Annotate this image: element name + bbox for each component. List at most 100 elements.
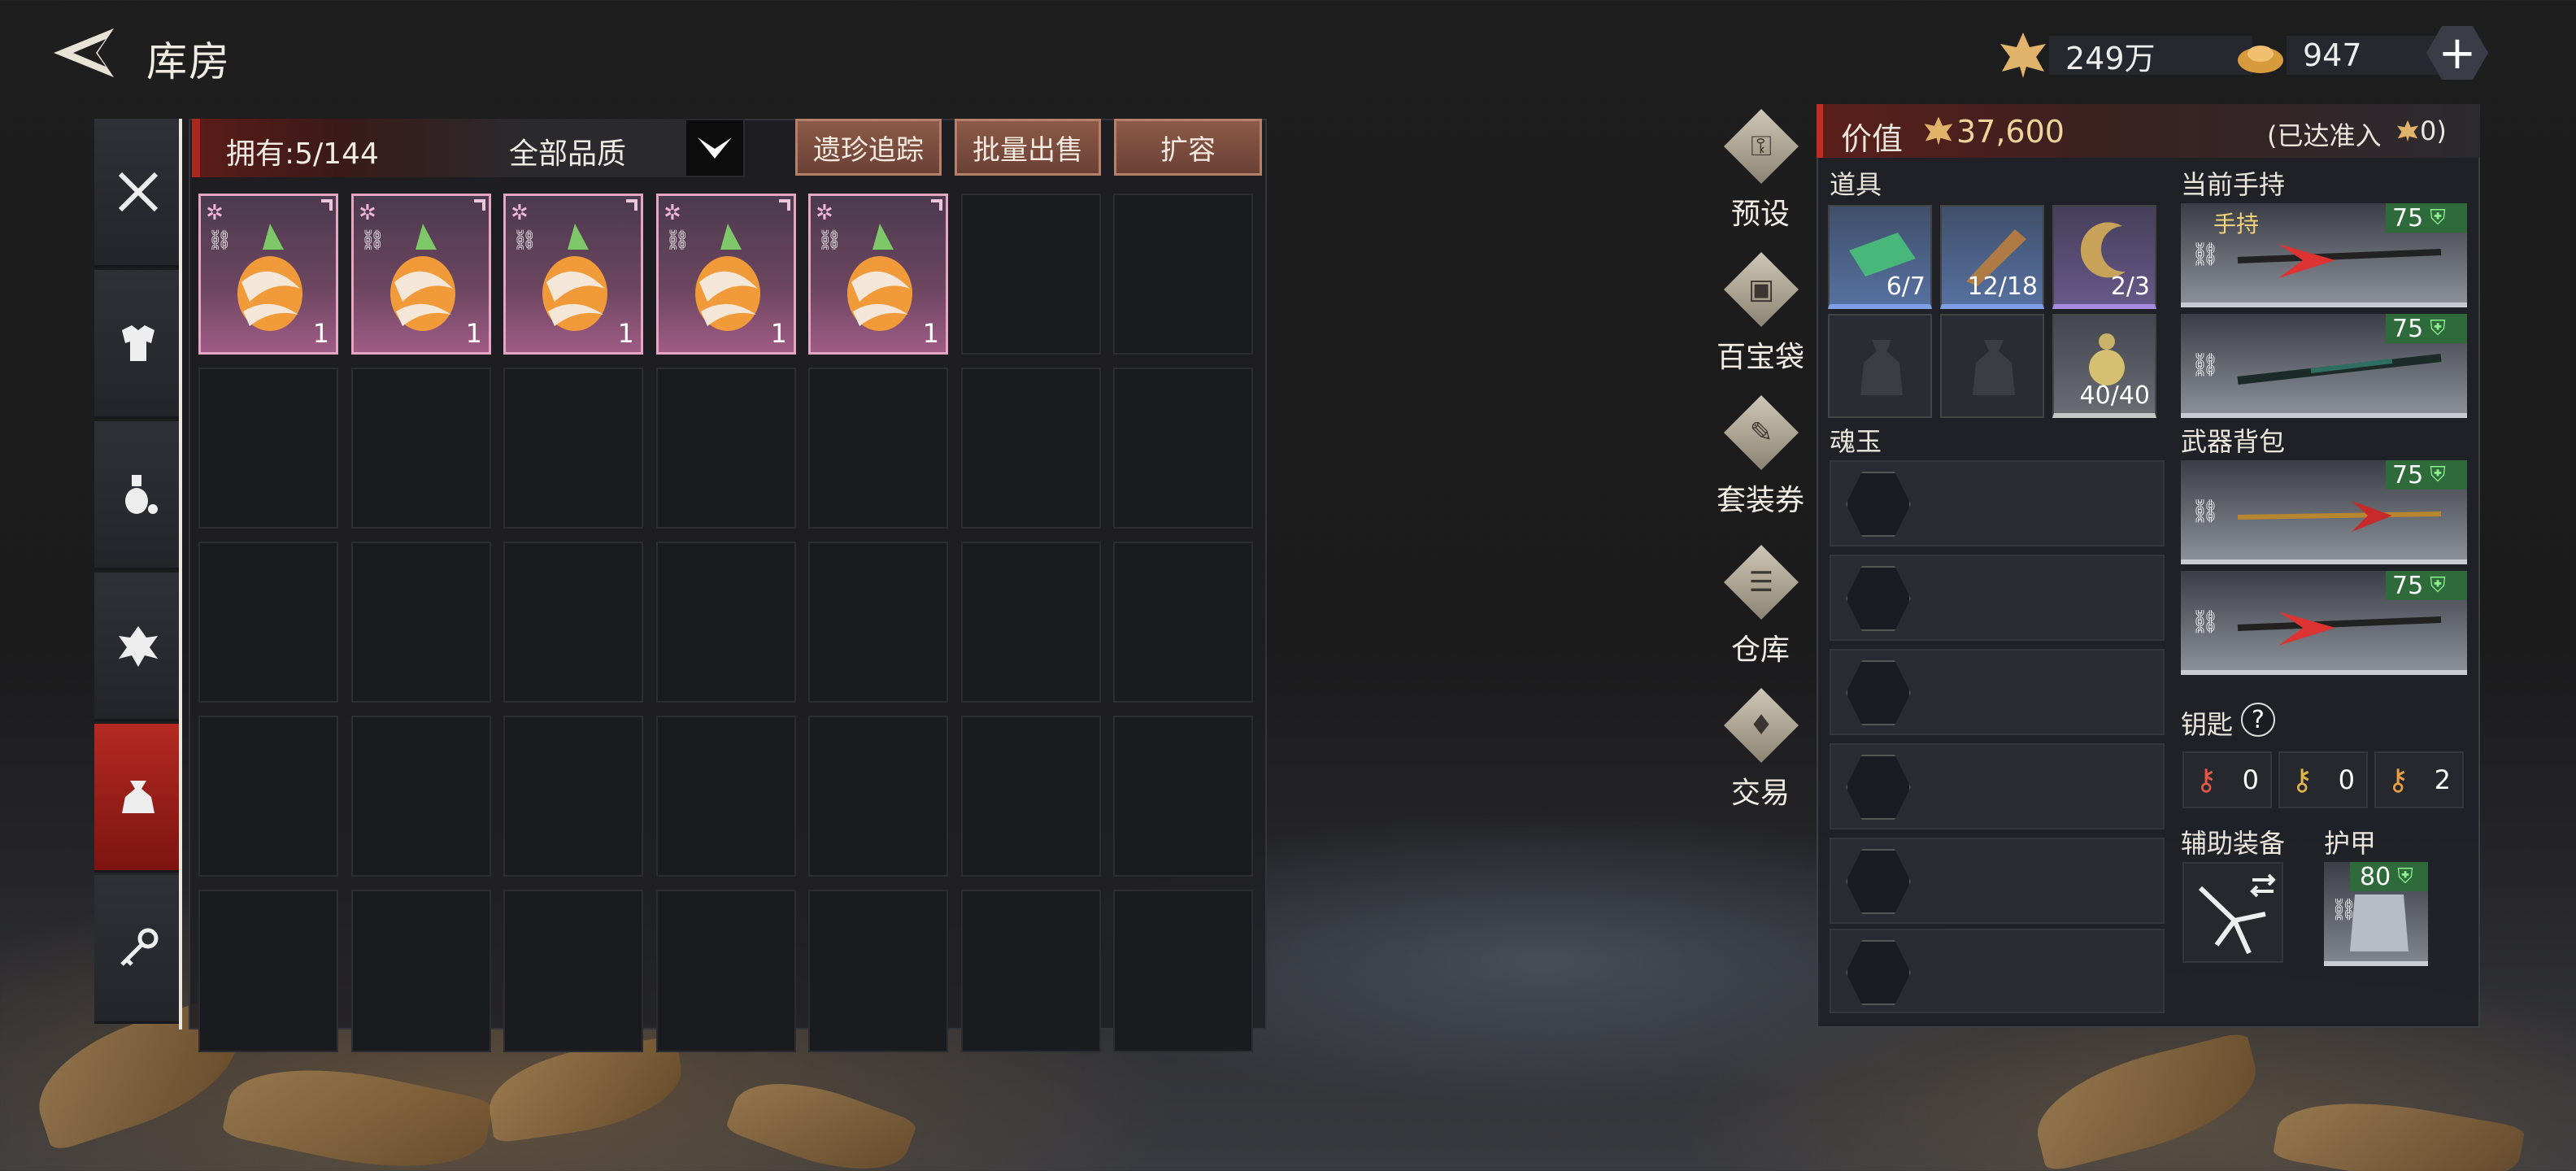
shield-icon: ⛨ (2397, 864, 2413, 889)
gold-key-icon: ⚷ (2291, 763, 2313, 797)
empty-storage-slot[interactable] (961, 194, 1101, 355)
empty-storage-slot[interactable] (808, 890, 948, 1052)
empty-storage-slot[interactable] (503, 542, 643, 703)
corner-mark (321, 199, 333, 211)
trade-label: 交易 (1730, 777, 1790, 810)
empty-storage-slot[interactable] (656, 890, 796, 1052)
set-coupon-button[interactable]: ✎ 套装券 (1708, 395, 1813, 529)
back-arrow-icon (54, 28, 114, 77)
empty-storage-slot[interactable] (351, 542, 491, 703)
armor-icon (122, 325, 154, 361)
expand-button[interactable]: 扩容 (1114, 119, 1262, 176)
back-button[interactable] (49, 24, 122, 81)
prop-slot-crescent[interactable]: 2/3 (2052, 205, 2156, 309)
trade-button[interactable]: ♦ 交易 (1708, 688, 1813, 822)
tab-weapons[interactable] (94, 119, 182, 268)
prop-slot-empty[interactable] (1940, 314, 2044, 418)
empty-storage-slot[interactable] (1113, 542, 1253, 703)
armor-label: 护甲 (2324, 828, 2377, 859)
current-weapon-slot[interactable]: ⛓ 75 ⛨ (2181, 314, 2467, 418)
treasure-bag-button[interactable]: ▣ 百宝袋 (1708, 252, 1813, 386)
aux-equipment-label: 辅助装备 (2181, 828, 2286, 859)
prop-slot-empty[interactable] (1828, 314, 1932, 418)
empty-storage-slot[interactable] (198, 890, 338, 1052)
soul-jade-slot[interactable] (1830, 743, 2165, 829)
props-label: 道具 (1830, 169, 1882, 200)
soul-jade-icon (1846, 849, 1911, 914)
empty-storage-slot[interactable] (808, 542, 948, 703)
tab-bag[interactable] (94, 724, 182, 873)
bag-weapon-slot[interactable]: ⛓ 75 ⛨ (2181, 460, 2467, 564)
red-key-icon: ⚷ (2195, 763, 2217, 797)
soul-jade-icon (1846, 660, 1911, 725)
track-button[interactable]: 遗珍追踪 (795, 119, 942, 176)
soul-jade-slot[interactable] (1830, 460, 2165, 546)
quality-filter-label[interactable]: 全部品质 (509, 130, 626, 172)
prop-slot-brush[interactable]: 12/18 (1940, 205, 2044, 309)
empty-storage-slot[interactable] (808, 368, 948, 529)
armor-slot[interactable]: ⛓ 80 ⛨ (2324, 862, 2428, 966)
quality-dropdown-button[interactable] (686, 120, 743, 176)
empty-storage-slot[interactable] (656, 716, 796, 877)
prop-slot-gourd[interactable]: 40/40 (2052, 314, 2156, 418)
empty-storage-slot[interactable] (198, 716, 338, 877)
empty-storage-slot[interactable] (656, 542, 796, 703)
empty-storage-slot[interactable] (808, 716, 948, 877)
star-icon: ✲ (816, 201, 833, 225)
tab-armor[interactable] (94, 270, 182, 419)
storage-item-card[interactable]: ✲ ⛓ 1 (808, 194, 948, 355)
current-weapon-slot[interactable]: 手持 ⛓ 75 ⛨ (2181, 203, 2467, 307)
keys-help-button[interactable]: ? (2241, 703, 2275, 737)
empty-storage-slot[interactable] (351, 368, 491, 529)
tab-keys[interactable] (94, 875, 182, 1024)
category-sidebar (94, 119, 182, 1030)
preset-button[interactable]: ⚿ 预设 (1708, 109, 1813, 243)
key-gold-count: 0 (2338, 764, 2355, 795)
storage-item-card[interactable]: ✲ ⛓ 1 (656, 194, 796, 355)
orange-key-icon: ⚷ (2387, 763, 2409, 797)
empty-storage-slot[interactable] (961, 368, 1101, 529)
conch-shell-icon (542, 224, 607, 331)
link-icon: ⛓ (2330, 898, 2358, 922)
empty-storage-slot[interactable] (351, 890, 491, 1052)
crossed-swords-icon (118, 172, 159, 212)
empty-storage-slot[interactable] (503, 368, 643, 529)
aux-equipment-slot[interactable] (2182, 862, 2283, 963)
storage-item-card[interactable]: ✲ ⛓ 1 (503, 194, 643, 355)
prop-slot-gem[interactable]: 6/7 (1828, 205, 1932, 309)
warehouse-button[interactable]: ☰ 仓库 (1708, 545, 1813, 679)
empty-storage-slot[interactable] (503, 890, 643, 1052)
key-orange[interactable]: ⚷ 2 (2374, 751, 2464, 808)
storage-item-card[interactable]: ✲ ⛓ 1 (351, 194, 491, 355)
empty-storage-slot[interactable] (656, 368, 796, 529)
tab-potion[interactable] (94, 421, 182, 570)
tab-emblem[interactable] (94, 572, 182, 721)
preset-label: 预设 (1730, 198, 1790, 231)
empty-storage-slot[interactable] (503, 716, 643, 877)
soul-jade-slot[interactable] (1830, 649, 2165, 735)
empty-storage-slot[interactable] (1113, 890, 1253, 1052)
empty-storage-slot[interactable] (961, 542, 1101, 703)
empty-storage-slot[interactable] (1113, 194, 1253, 355)
storage-item-card[interactable]: ✲ ⛓ 1 (198, 194, 338, 355)
empty-storage-slot[interactable] (198, 542, 338, 703)
key-gold[interactable]: ⚷ 0 (2278, 751, 2368, 808)
soul-jade-slot[interactable] (1830, 929, 2165, 1013)
maple-leaf-icon (2396, 120, 2419, 142)
green-blade-icon (2237, 354, 2442, 385)
empty-storage-slot[interactable] (961, 890, 1101, 1052)
empty-storage-slot[interactable] (1113, 716, 1253, 877)
key-red[interactable]: ⚷ 0 (2182, 751, 2272, 808)
potion-icon (125, 475, 158, 514)
empty-storage-slot[interactable] (198, 368, 338, 529)
soul-jade-icon (1846, 755, 1911, 820)
empty-storage-slot[interactable] (1113, 368, 1253, 529)
empty-storage-slot[interactable] (961, 716, 1101, 877)
bulk-sell-button[interactable]: 批量出售 (955, 119, 1101, 176)
bag-weapon-slot[interactable]: ⛓ 75 ⛨ (2181, 571, 2467, 675)
soul-jade-slot[interactable] (1830, 838, 2165, 924)
item-quantity: 1 (617, 318, 634, 349)
empty-storage-slot[interactable] (351, 716, 491, 877)
corner-mark (474, 199, 485, 211)
soul-jade-slot[interactable] (1830, 555, 2165, 641)
